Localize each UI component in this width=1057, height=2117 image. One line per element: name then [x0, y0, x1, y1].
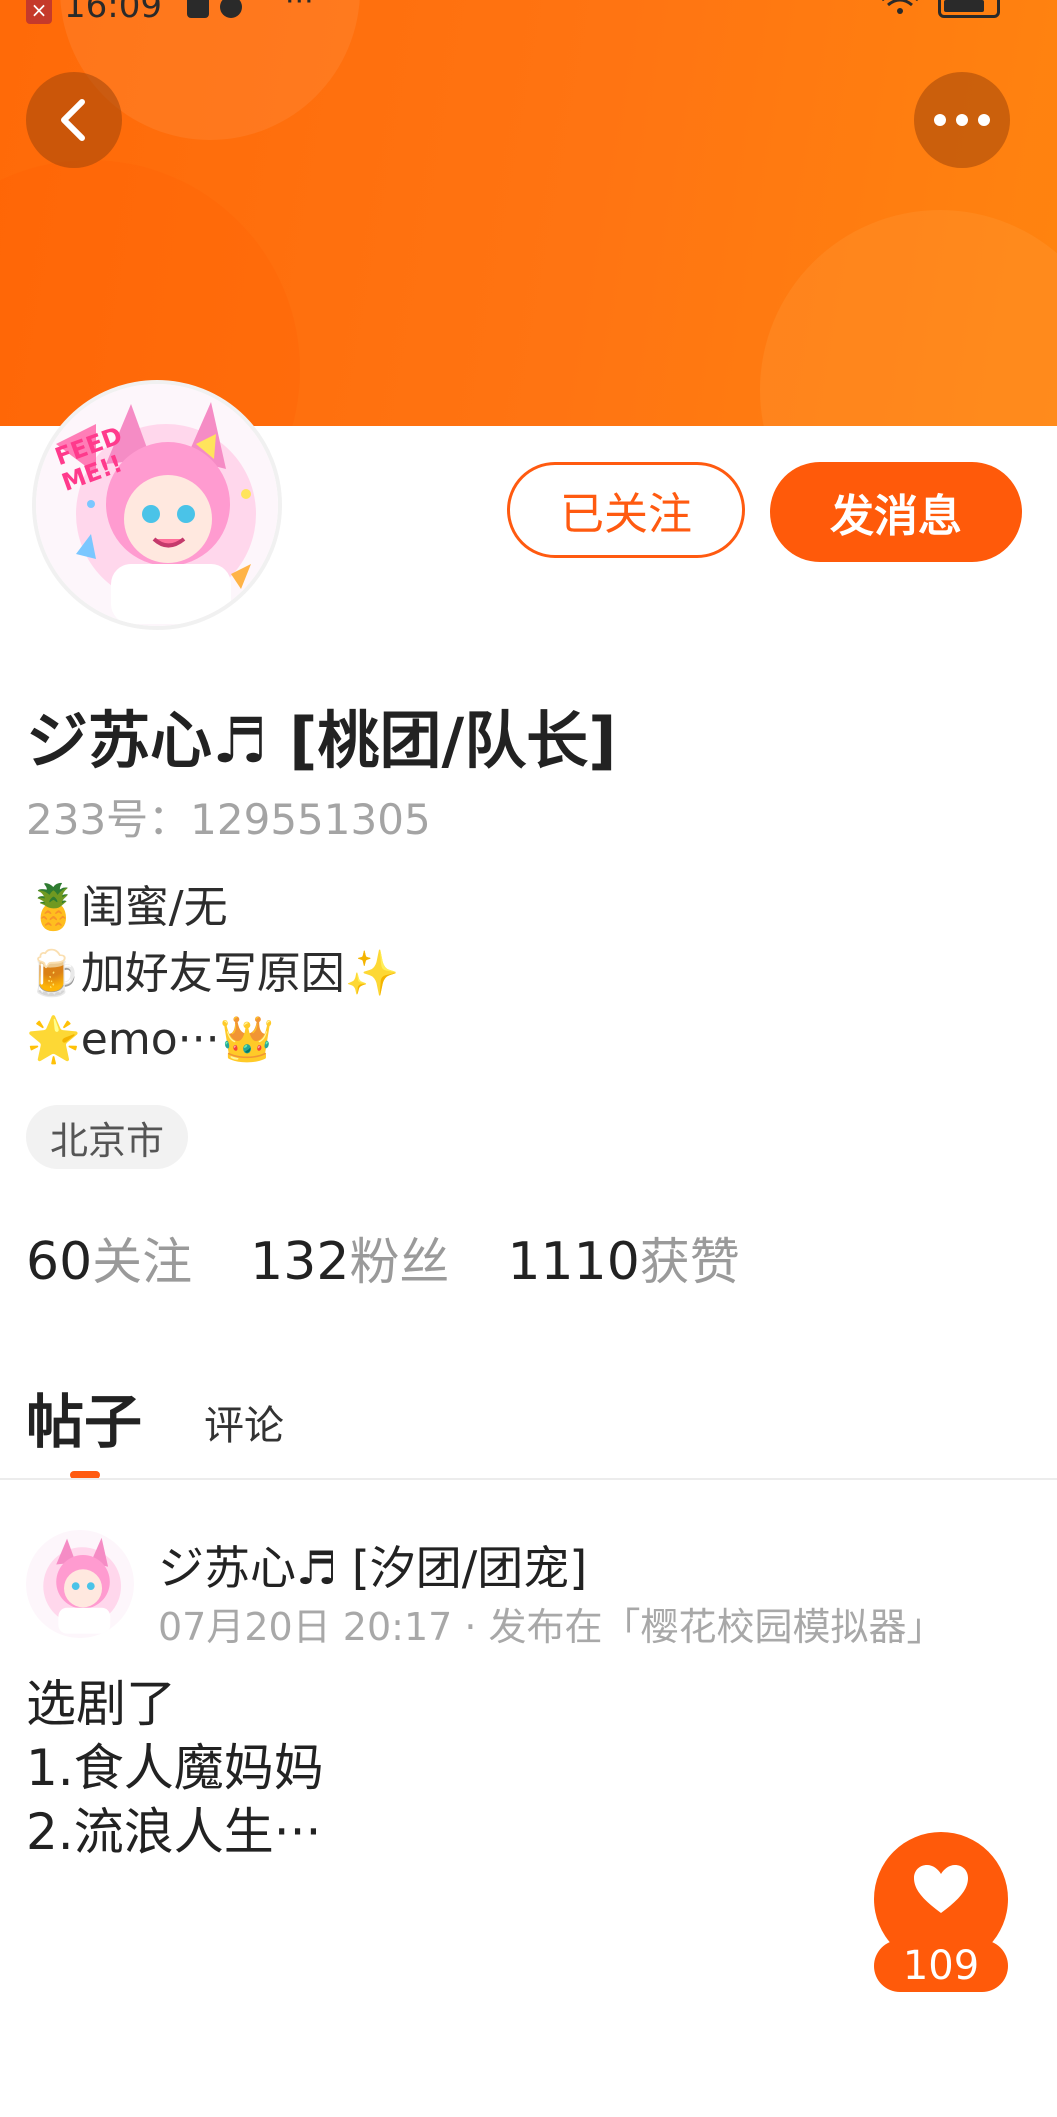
- stat-following[interactable]: 60关注: [26, 1222, 192, 1294]
- post-meta: 07月20日 20:17 · 发布在「樱花校园模拟器」: [158, 1605, 945, 1649]
- tab-comments[interactable]: 评论: [204, 1393, 284, 1459]
- following-button[interactable]: 已关注: [507, 462, 745, 558]
- app-status-icons: [185, 0, 265, 29]
- bio-line: 🌟 emo···👑: [26, 1007, 400, 1073]
- profile-name: ジ苏心♬ [桃团/队长]: [26, 704, 617, 777]
- like-count: 109: [874, 1940, 1008, 1992]
- post-line: 1.食人魔妈妈: [26, 1739, 324, 1797]
- stat-label: 关注: [92, 1233, 193, 1291]
- stat-followers[interactable]: 132粉丝: [250, 1222, 449, 1294]
- more-dots-icon: [934, 114, 990, 126]
- stat-likes[interactable]: 1110获赞: [507, 1222, 739, 1294]
- heart-icon: [914, 1865, 968, 1913]
- profile-page: × 16:09 ··· FEED ME!! 已关注 发消息 ジ苏心♬ [桃团/队…: [0, 0, 1057, 2117]
- bio-line: 🍍 闺蜜/无: [26, 875, 400, 941]
- bio-text: 加好友写原因✨: [80, 948, 400, 999]
- stat-label: 获赞: [639, 1233, 740, 1291]
- location-tag[interactable]: 北京市: [26, 1105, 189, 1169]
- stat-value: 60: [26, 1232, 93, 1292]
- post-author-name[interactable]: ジ苏心♬ [汐团/团宠]: [158, 1532, 587, 1598]
- stat-value: 1110: [507, 1232, 640, 1292]
- chevron-left-icon: [61, 99, 85, 141]
- stat-value: 132: [250, 1232, 350, 1292]
- profile-stats: 60关注 132粉丝 1110获赞: [26, 1222, 740, 1294]
- post-author-avatar[interactable]: [26, 1530, 134, 1638]
- back-button[interactable]: [26, 72, 122, 168]
- send-message-button[interactable]: 发消息: [770, 462, 1022, 562]
- tabs-divider: [0, 1478, 1057, 1480]
- bio-line: 🍺 加好友写原因✨: [26, 941, 400, 1007]
- profile-bio: 🍍 闺蜜/无 🍺 加好友写原因✨ 🌟 emo···👑: [26, 875, 400, 1073]
- post-line: 2.流浪人生···: [26, 1803, 322, 1861]
- profile-banner: × 16:09 ···: [0, 0, 1057, 426]
- battery-icon: [938, 0, 1000, 18]
- content-tabs: 帖子 评论: [26, 1375, 284, 1459]
- beer-icon: 🍺: [26, 948, 81, 999]
- status-bar: × 16:09 ···: [0, 0, 1057, 26]
- avatar-illustration: FEED ME!!: [36, 384, 278, 626]
- more-button[interactable]: [914, 72, 1010, 168]
- pineapple-icon: 🍍: [26, 882, 81, 933]
- wifi-icon: [882, 0, 918, 14]
- tab-posts[interactable]: 帖子: [26, 1375, 142, 1459]
- avatar[interactable]: FEED ME!!: [32, 380, 282, 630]
- bio-text: 闺蜜/无: [80, 882, 228, 933]
- notification-icon: ×: [26, 0, 52, 24]
- post-line: 选剧了: [26, 1675, 176, 1733]
- post-content[interactable]: 选剧了 1.食人魔妈妈 2.流浪人生···: [26, 1672, 324, 1864]
- profile-id: 233号：129551305: [26, 795, 431, 844]
- stat-label: 粉丝: [349, 1233, 450, 1291]
- bio-text: emo···👑: [80, 1014, 275, 1065]
- star-icon: 🌟: [26, 1014, 81, 1065]
- status-time: 16:09: [64, 0, 162, 26]
- avatar-illustration: [26, 1530, 134, 1638]
- more-status-icon: ···: [285, 0, 314, 19]
